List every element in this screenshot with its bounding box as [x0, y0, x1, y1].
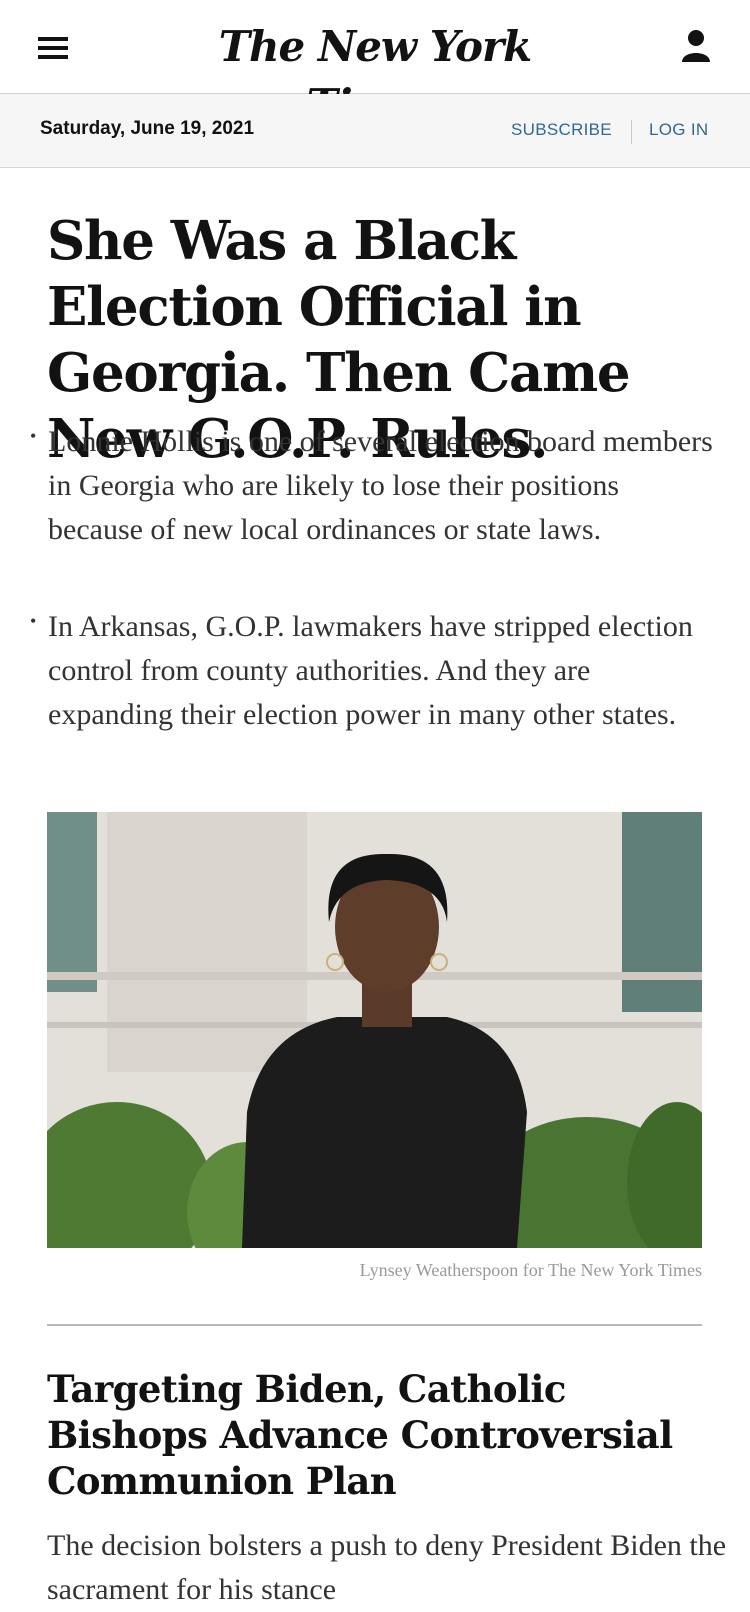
- current-date: Saturday, June 19, 2021: [40, 118, 255, 139]
- second-story-summary: The decision bolsters a push to deny Pre…: [47, 1529, 727, 1606]
- lead-story-summary-2: In Arkansas, G.O.P. lawmakers have strip…: [30, 599, 720, 737]
- portrait-photo-illustration: [47, 812, 702, 1248]
- photo-credit: Lynsey Weatherspoon for The New York Tim…: [359, 1260, 702, 1280]
- login-link[interactable]: LOG IN: [649, 120, 708, 140]
- masthead: The New York Times: [0, 0, 750, 129]
- user-account-icon[interactable]: [680, 28, 712, 64]
- summary-bullet-item: Lonnie Hollis is one of several election…: [30, 414, 720, 552]
- summary-bullet-item: In Arkansas, G.O.P. lawmakers have strip…: [30, 599, 720, 737]
- date-bar: Saturday, June 19, 2021 SUBSCRIBE LOG IN: [0, 94, 750, 168]
- subscribe-link[interactable]: SUBSCRIBE: [511, 120, 612, 140]
- lead-story-photo[interactable]: [47, 812, 702, 1248]
- nav-divider: [631, 120, 632, 144]
- story-divider: [47, 1324, 702, 1326]
- hamburger-menu-icon[interactable]: [38, 37, 68, 59]
- second-story-headline[interactable]: Targeting Biden, Catholic Bishops Advanc…: [47, 1366, 727, 1504]
- nyt-logo[interactable]: The New York Times: [175, 18, 575, 129]
- lead-story-summary-1: Lonnie Hollis is one of several election…: [30, 414, 720, 552]
